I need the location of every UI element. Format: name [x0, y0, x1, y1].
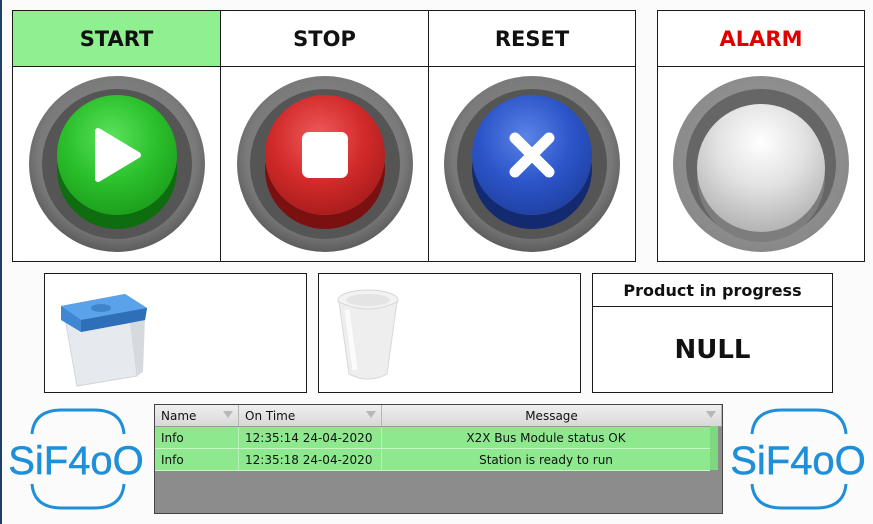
play-icon [94, 128, 141, 182]
product-panel: Product in progress NULL [592, 273, 833, 393]
product-label: Product in progress [593, 274, 832, 307]
column-header-name[interactable]: Name [155, 405, 239, 426]
cup-icon [337, 289, 399, 380]
table-row[interactable]: Info 12:35:14 24-04-2020 X2X Bus Module … [155, 427, 710, 449]
filter-icon[interactable] [223, 411, 233, 418]
row-message: X2X Bus Module status OK [466, 430, 626, 445]
alarm-panel: ALARM [657, 10, 865, 262]
row-name: Info [155, 427, 239, 448]
row-time: 12:35:14 24-04-2020 [239, 427, 382, 448]
reset-label: RESET [429, 11, 635, 67]
start-button[interactable] [13, 67, 220, 261]
filter-icon[interactable] [706, 411, 716, 418]
svg-text:SiF4oO: SiF4oO [8, 439, 144, 483]
logo-right: SiF4oO [726, 404, 871, 514]
table-row[interactable]: Info 12:35:18 24-04-2020 Station is read… [155, 449, 710, 471]
start-panel: START [12, 10, 221, 262]
filter-icon[interactable] [366, 411, 376, 418]
reset-panel: RESET [428, 10, 636, 262]
x-icon [509, 132, 555, 178]
sif400-logo-icon: SiF4oO [730, 408, 866, 510]
row-time: 12:35:18 24-04-2020 [239, 449, 382, 470]
alarm-label: ALARM [658, 11, 864, 67]
container-image-panel [44, 273, 307, 393]
stop-button[interactable] [221, 67, 428, 261]
svg-text:SiF4oO: SiF4oO [730, 439, 866, 483]
alarm-log-grid: Name On Time Message Info 12:35:14 24-04… [154, 404, 723, 514]
logo-left: SiF4oO [4, 404, 149, 514]
stop-icon [301, 132, 348, 178]
reset-button[interactable] [429, 67, 635, 261]
product-value: NULL [674, 334, 751, 365]
stop-panel: STOP [220, 10, 429, 262]
alarm-indicator[interactable] [658, 67, 864, 261]
start-label: START [13, 11, 220, 67]
cup-image-panel [318, 273, 581, 393]
grid-header: Name On Time Message [155, 405, 722, 427]
sif400-logo-icon: SiF4oO [8, 408, 144, 510]
grid-scrollbar[interactable] [710, 426, 718, 470]
column-header-on-time[interactable]: On Time [239, 405, 382, 426]
row-name: Info [155, 449, 239, 470]
box-container-icon [61, 294, 147, 387]
column-header-message[interactable]: Message [382, 405, 722, 426]
alarm-lamp-icon [697, 104, 825, 232]
row-message: Station is ready to run [479, 452, 613, 467]
stop-label: STOP [221, 11, 428, 67]
